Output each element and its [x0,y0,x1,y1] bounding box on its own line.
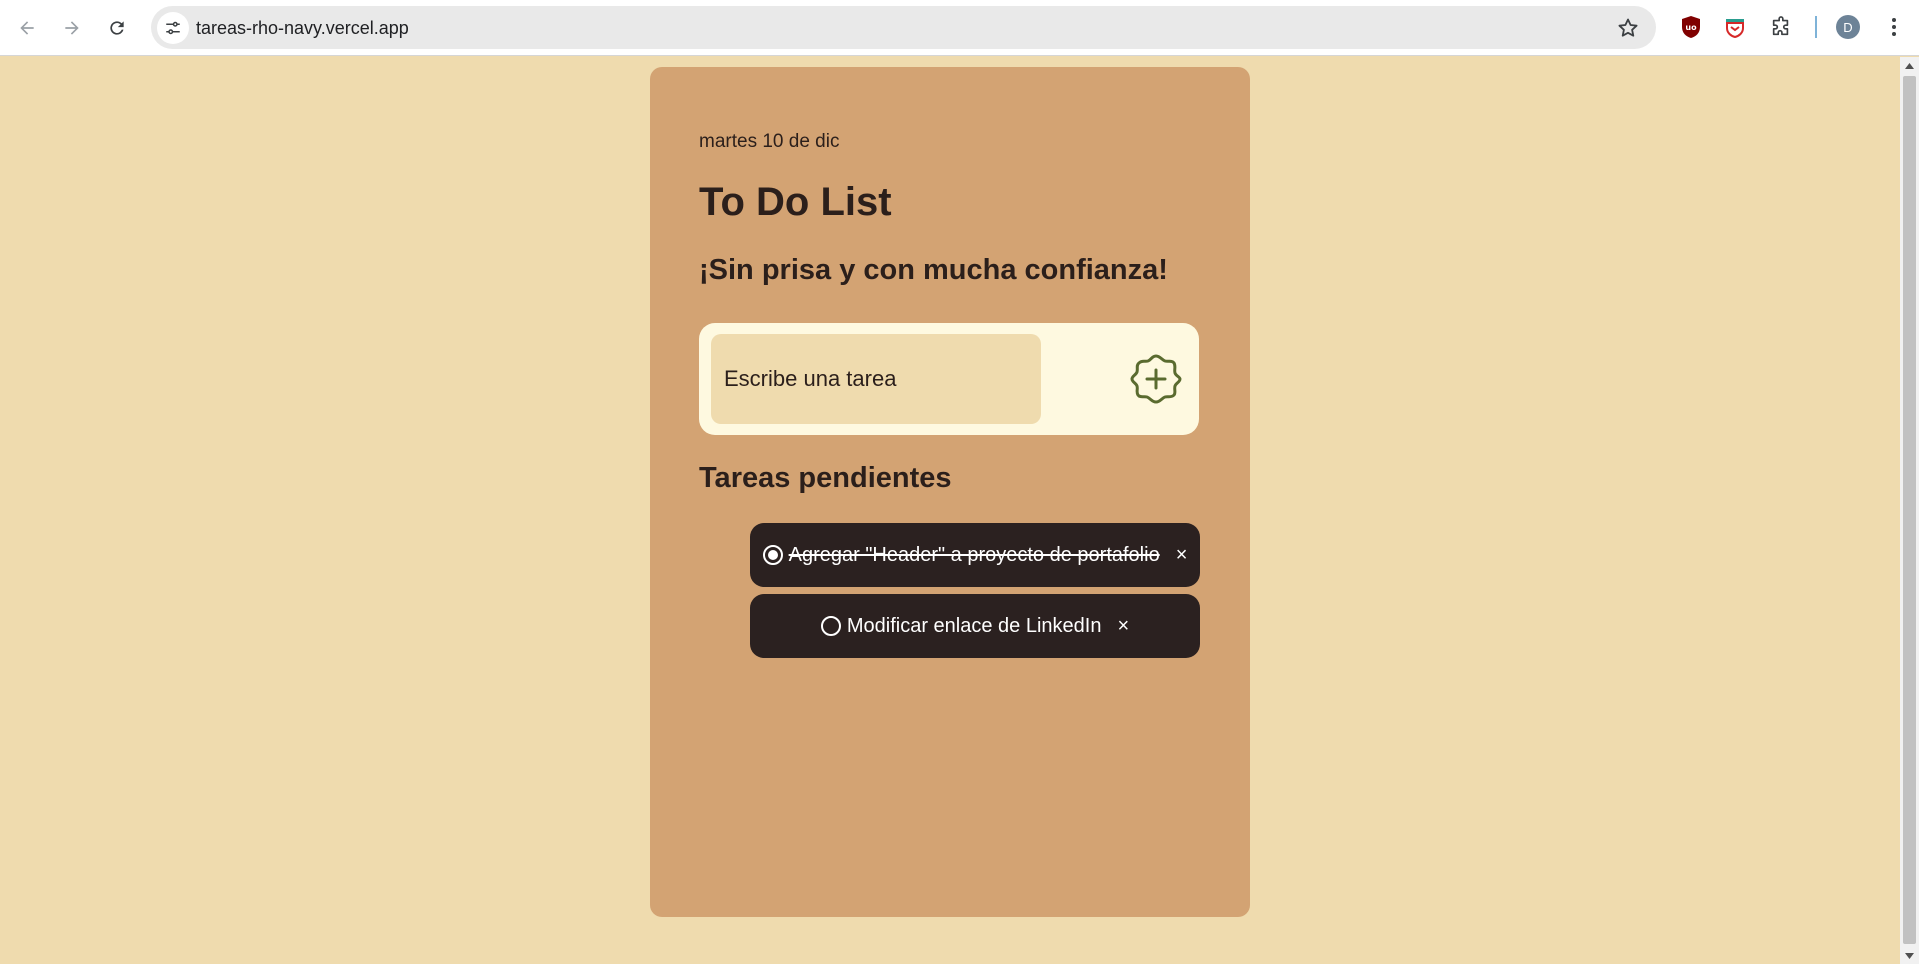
task-item[interactable]: Modificar enlace de LinkedIn × [750,594,1200,658]
scroll-up-arrow-icon[interactable] [1900,57,1919,74]
ublock-extension-icon[interactable]: uo [1678,14,1704,40]
task-item[interactable]: Agregar "Header" a proyecto de portafoli… [750,523,1200,587]
tune-icon [166,21,180,35]
address-bar[interactable]: tareas-rho-navy.vercel.app [151,6,1656,49]
svg-text:uo: uo [1685,23,1697,32]
task-unchecked-radio-icon[interactable] [820,616,841,636]
more-menu-icon[interactable] [1882,15,1906,39]
page-scrollbar[interactable] [1900,57,1919,964]
add-task-button[interactable] [1129,352,1183,406]
site-info-button[interactable] [157,12,189,44]
task-text: Modificar enlace de LinkedIn [846,614,1102,637]
url-text[interactable]: tareas-rho-navy.vercel.app [196,18,409,39]
task-checked-radio-icon[interactable] [762,545,783,565]
delete-task-icon[interactable]: × [1176,544,1188,567]
scroll-down-arrow-icon[interactable] [1900,947,1919,964]
page-title: To Do List [699,180,892,224]
scrollbar-thumb[interactable] [1903,76,1916,944]
forward-button[interactable] [55,11,89,45]
todo-card: martes 10 de dic To Do List ¡Sin prisa y… [650,67,1250,917]
arrow-left-icon [20,21,34,35]
toolbar-separator [1815,16,1817,38]
profile-avatar[interactable]: D [1836,15,1860,39]
extensions-puzzle-icon[interactable] [1768,14,1794,40]
current-date: martes 10 de dic [699,131,840,152]
reload-button[interactable] [100,11,134,45]
reload-icon [110,21,124,35]
task-text: Agregar "Header" a proyecto de portafoli… [788,543,1160,566]
shield-extension-icon[interactable] [1722,14,1748,40]
bookmark-star-icon[interactable] [1616,16,1640,40]
task-input[interactable] [711,334,1041,424]
delete-task-icon[interactable]: × [1117,615,1129,638]
back-button[interactable] [10,11,44,45]
add-task-form [699,323,1199,435]
browser-toolbar: tareas-rho-navy.vercel.app uo D [0,0,1919,56]
add-flower-icon [1130,354,1182,404]
page-subtitle: ¡Sin prisa y con mucha confianza! [699,254,1168,286]
arrow-right-icon [65,21,79,35]
pending-tasks-heading: Tareas pendientes [699,462,952,494]
